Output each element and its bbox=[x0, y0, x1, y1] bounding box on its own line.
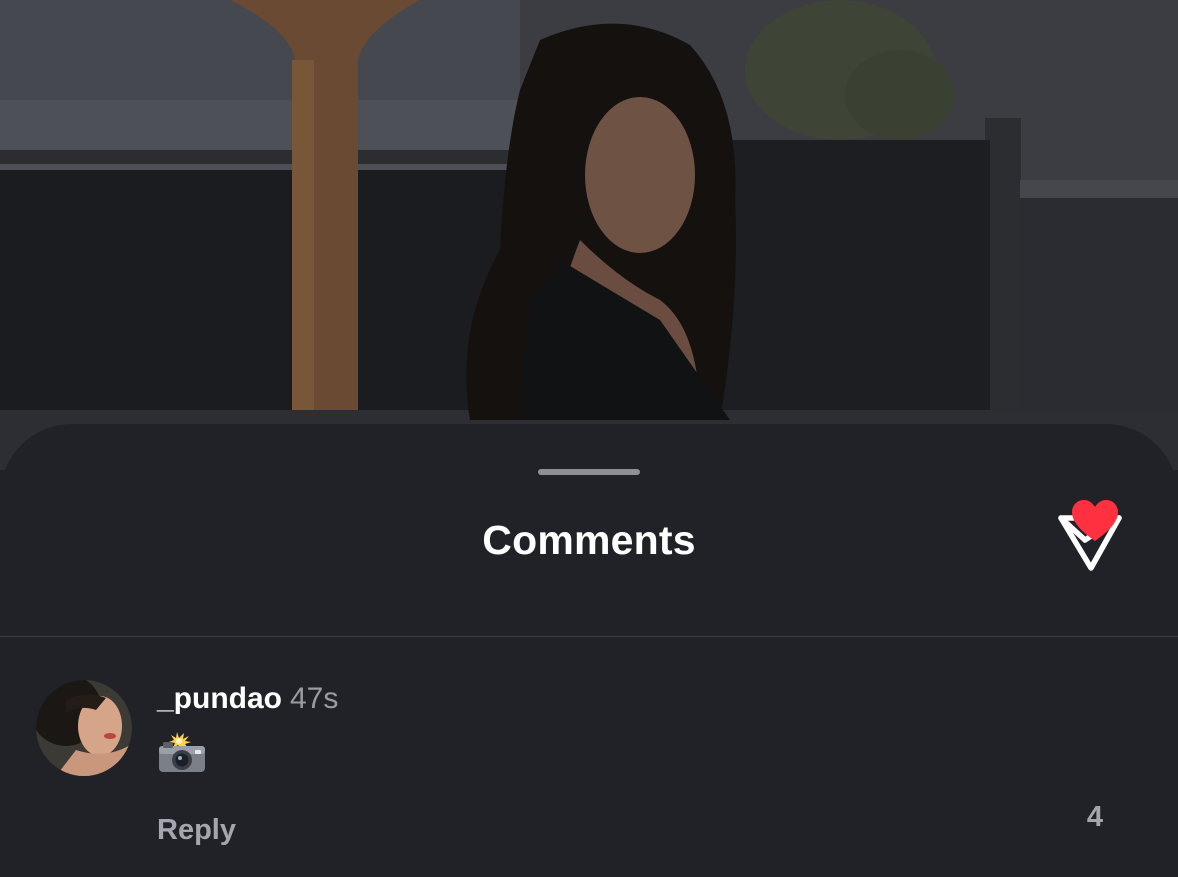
sheet-title: Comments bbox=[482, 517, 696, 563]
like-button[interactable] bbox=[1067, 495, 1123, 547]
heart-icon bbox=[1072, 500, 1118, 541]
comment-username[interactable]: _pundao bbox=[157, 682, 282, 715]
sheet-grabber-handle[interactable] bbox=[538, 469, 640, 475]
header-divider bbox=[0, 636, 1178, 637]
avatar[interactable] bbox=[36, 680, 132, 776]
comment-item: _pundao 47s Reply bbox=[0, 650, 1178, 870]
comment-header: _pundao 47s bbox=[157, 682, 338, 716]
like-count: 4 bbox=[1086, 801, 1104, 833]
comment-timestamp: 47s bbox=[290, 682, 339, 715]
comment-text bbox=[157, 730, 211, 774]
post-photo-background bbox=[0, 0, 1178, 470]
comments-sheet: Comments _pundao 47s Reply bbox=[0, 424, 1178, 877]
reply-button[interactable]: Reply bbox=[157, 814, 236, 847]
camera-flash-emoji bbox=[159, 732, 205, 772]
